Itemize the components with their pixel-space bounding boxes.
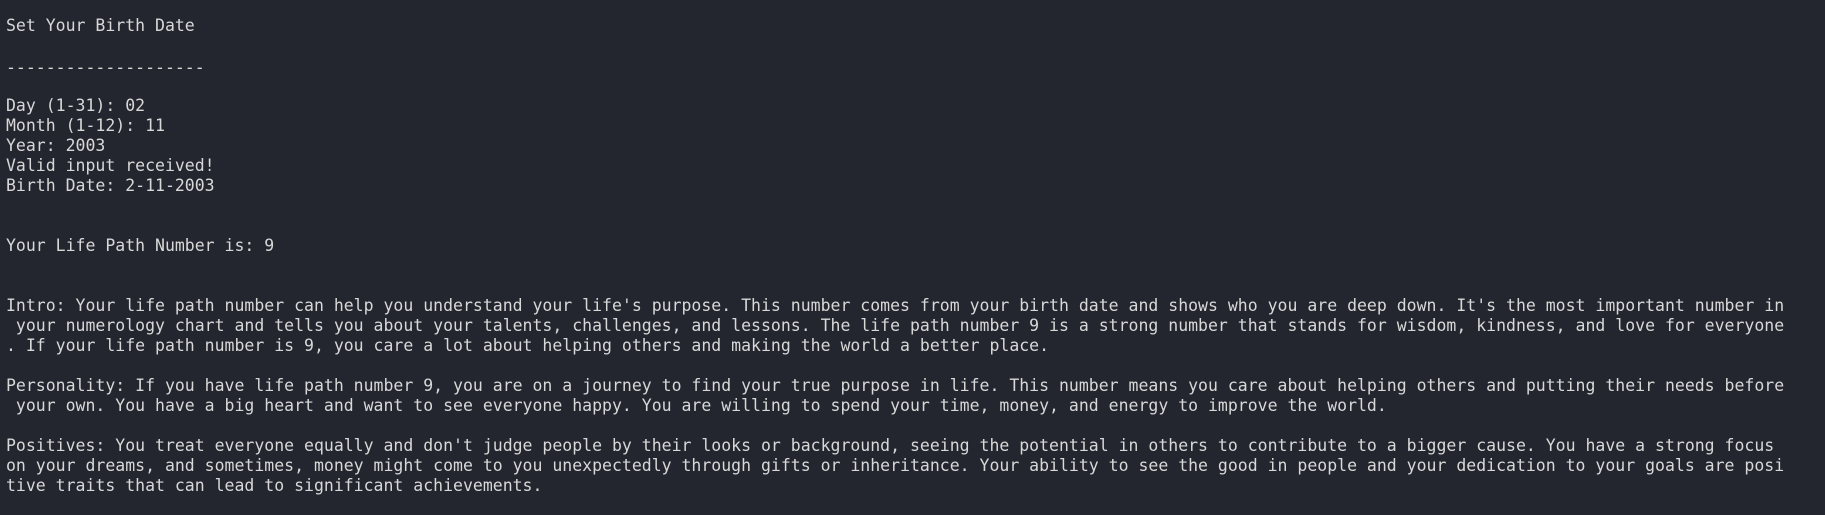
valid-input-line: Valid input received!: [6, 156, 215, 175]
intro-line: Intro: Your life path number can help yo…: [6, 296, 1785, 315]
separator-line: --------------------: [6, 58, 205, 77]
personality-line: your own. You have a big heart and want …: [6, 396, 1387, 415]
intro-line: your numerology chart and tells you abou…: [6, 316, 1785, 335]
birth-date-line: Birth Date: 2-11-2003: [6, 176, 215, 195]
positives-line: on your dreams, and sometimes, money mig…: [6, 456, 1785, 475]
year-line: Year: 2003: [6, 136, 106, 155]
life-path-number-line: Your Life Path Number is: 9: [6, 236, 275, 255]
positives-line: Positives: You treat everyone equally an…: [6, 436, 1775, 455]
positives-line: tive traits that can lead to significant…: [6, 476, 543, 495]
personality-line: Personality: If you have life path numbe…: [6, 376, 1785, 395]
month-line: Month (1-12): 11: [6, 116, 165, 135]
day-line: Day (1-31): 02: [6, 96, 146, 115]
heading-line: Set Your Birth Date: [6, 16, 195, 35]
intro-line: . If your life path number is 9, you car…: [6, 336, 1050, 355]
terminal-output: Set Your Birth Date --------------------…: [0, 0, 1825, 515]
